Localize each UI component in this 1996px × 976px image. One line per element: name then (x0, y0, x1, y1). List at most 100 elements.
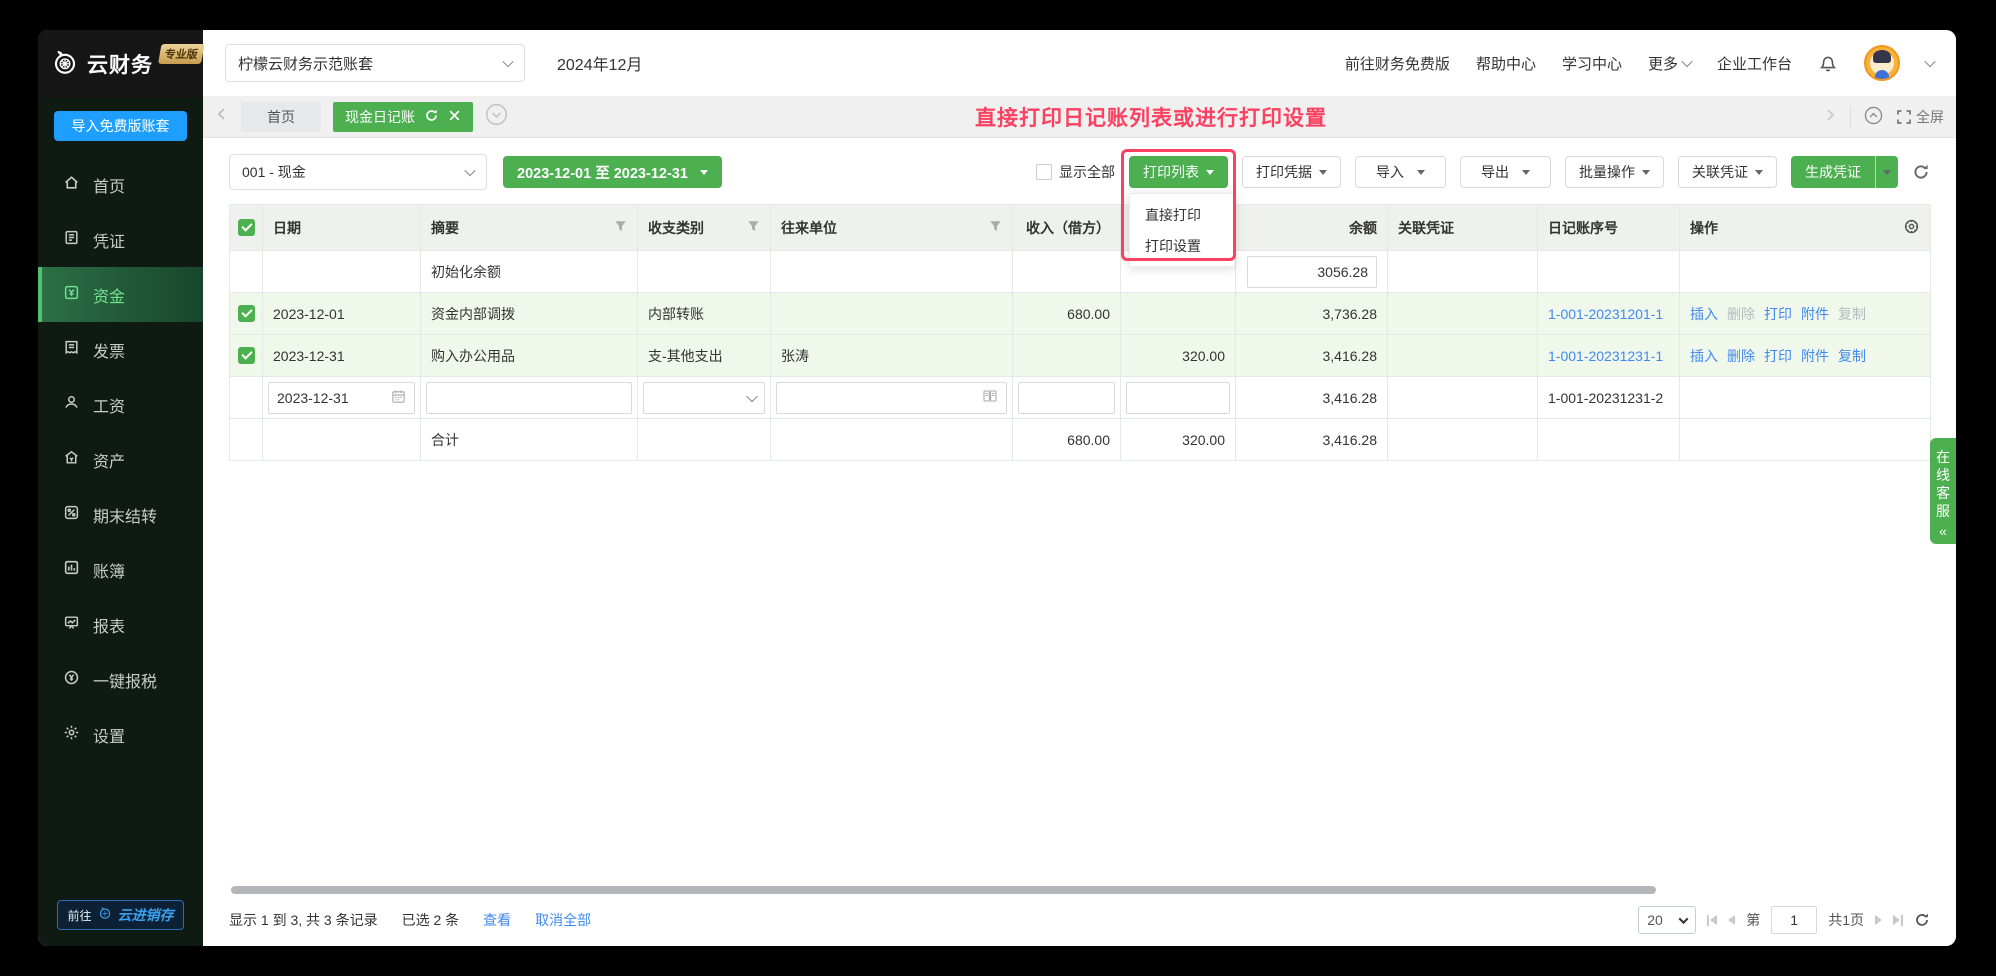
page-content: 001 - 现金 2023-12-01 至 2023-12-31 显示全部 打印… (203, 138, 1956, 946)
tab-strip: 首页 现金日记账 直接打印日记账列表或进行打印设置 全屏 (203, 96, 1956, 138)
entry-category-select[interactable] (643, 381, 765, 414)
generate-voucher-button[interactable]: 生成凭证 (1791, 156, 1875, 188)
entry-income-input[interactable] (1018, 381, 1115, 414)
last-page-button[interactable] (1893, 914, 1903, 926)
row-actions: 插入 删除 打印 附件 复制 (1679, 334, 1931, 377)
page-prefix-label: 第 (1746, 912, 1761, 928)
generate-voucher-caret[interactable] (1875, 156, 1898, 188)
sidebar-item-reports[interactable]: 报表 (38, 597, 203, 652)
sidebar-item-assets[interactable]: 资产 (38, 432, 203, 487)
refresh-icon[interactable] (1912, 163, 1930, 181)
fullscreen-button[interactable]: 全屏 (1896, 107, 1944, 127)
action-print[interactable]: 打印 (1764, 306, 1792, 322)
filter-funnel-icon[interactable] (989, 220, 1002, 236)
sidebar-item-settings[interactable]: 设置 (38, 707, 203, 762)
menu-item-print-settings[interactable]: 打印设置 (1130, 230, 1234, 261)
sidebar-item-funds[interactable]: 资金 (38, 267, 203, 322)
sidebar-item-ledger[interactable]: 账簿 (38, 542, 203, 597)
tabs-scroll-right-icon[interactable] (1823, 108, 1837, 125)
scrollbar-thumb[interactable] (231, 886, 1657, 894)
action-delete[interactable]: 删除 (1727, 348, 1755, 364)
tab-refresh-icon[interactable] (424, 108, 439, 126)
filter-funnel-icon[interactable] (747, 220, 760, 236)
brand-prefix: 前往 (67, 908, 92, 923)
journal-serial-link[interactable]: 1-001-20231201-1 (1548, 306, 1663, 322)
account-chevron-down-icon[interactable] (1924, 55, 1936, 68)
sidebar-item-invoice[interactable]: 发票 (38, 322, 203, 377)
entry-party-input[interactable] (776, 381, 1007, 414)
column-settings-gear-icon[interactable] (1903, 218, 1920, 238)
notification-bell-icon[interactable] (1818, 53, 1838, 73)
link-voucher-button[interactable]: 关联凭证 (1678, 156, 1777, 188)
pager-refresh-icon[interactable] (1914, 912, 1930, 928)
user-avatar[interactable] (1864, 45, 1900, 81)
account-set-select[interactable]: 柠檬云财务示范账套 (225, 44, 525, 82)
journal-table: 日期 摘要 收支类别 往来单位 收入（借方） 支出（贷方） 余额 关联凭证 日记… (229, 204, 1931, 461)
next-page-button[interactable] (1875, 915, 1882, 925)
tab-list-dropdown-icon[interactable] (485, 103, 508, 131)
export-button[interactable]: 导出 (1460, 156, 1551, 188)
tab-home[interactable]: 首页 (241, 101, 321, 132)
percent-icon (63, 504, 80, 526)
fullscreen-label: 全屏 (1916, 108, 1944, 125)
tab-cash-journal[interactable]: 现金日记账 (333, 101, 473, 132)
cancel-all-link[interactable]: 取消全部 (535, 910, 591, 930)
cash-account-select[interactable]: 001 - 现金 (229, 154, 487, 190)
init-balance-input[interactable]: 3056.28 (1247, 255, 1377, 288)
sidebar-item-tax[interactable]: 一键报税 (38, 652, 203, 707)
filter-funnel-icon[interactable] (614, 220, 627, 236)
help-center-link[interactable]: 帮助中心 (1476, 53, 1536, 74)
print-voucher-button[interactable]: 打印凭据 (1242, 156, 1341, 188)
action-attachment[interactable]: 附件 (1801, 348, 1829, 364)
batch-actions-button[interactable]: 批量操作 (1565, 156, 1664, 188)
table-row[interactable]: 2023-12-01 资金内部调拨 内部转账 680.00 3,736.28 1… (229, 292, 1931, 335)
first-page-button[interactable] (1707, 914, 1718, 926)
sidebar-item-label: 首页 (93, 178, 126, 196)
tabs-scroll-left-icon[interactable] (215, 107, 229, 126)
online-service-tab[interactable]: 在线客服 « (1930, 438, 1956, 544)
row-checkbox-checked[interactable] (237, 347, 255, 365)
prev-page-button[interactable] (1728, 915, 1736, 925)
row-checkbox-checked[interactable] (237, 305, 255, 323)
import-button[interactable]: 导入 (1355, 156, 1446, 188)
sidebar-item-home[interactable]: 首页 (38, 157, 203, 212)
import-free-account-button[interactable]: 导入免费版账套 (54, 111, 187, 141)
menu-item-direct-print[interactable]: 直接打印 (1130, 199, 1234, 230)
sidebar-item-salary[interactable]: 工资 (38, 377, 203, 432)
main-area: 柠檬云财务示范账套 2024年12月 前往财务免费版 帮助中心 学习中心 更多 … (203, 30, 1956, 946)
view-selected-link[interactable]: 查看 (483, 910, 511, 930)
print-list-button[interactable]: 打印列表 (1129, 156, 1228, 188)
horizontal-scrollbar (231, 886, 1928, 894)
date-range-button[interactable]: 2023-12-01 至 2023-12-31 (503, 156, 722, 188)
sidebar-item-label: 资产 (93, 453, 126, 471)
journal-serial-link[interactable]: 1-001-20231231-1 (1548, 348, 1663, 364)
entry-date-input[interactable]: 2023-12-31 (268, 381, 415, 414)
action-attachment[interactable]: 附件 (1801, 306, 1829, 322)
action-delete[interactable]: 删除 (1727, 306, 1755, 322)
collapse-up-circle-icon[interactable] (1864, 106, 1883, 128)
page-number-input[interactable] (1771, 906, 1818, 934)
enterprise-workspace-link[interactable]: 企业工作台 (1717, 53, 1792, 74)
tab-close-icon[interactable] (448, 109, 461, 125)
entry-expense-input[interactable] (1126, 381, 1230, 414)
action-print[interactable]: 打印 (1764, 348, 1792, 364)
more-menu[interactable]: 更多 (1648, 53, 1693, 74)
action-copy[interactable]: 复制 (1838, 306, 1866, 322)
show-all-checkbox[interactable]: 显示全部 (1036, 162, 1115, 182)
table-row[interactable]: 2023-12-31 购入办公用品 支-其他支出 张涛 320.00 3,416… (229, 334, 1931, 377)
learning-center-link[interactable]: 学习中心 (1562, 53, 1622, 74)
action-copy[interactable]: 复制 (1838, 348, 1866, 364)
invoice-icon (63, 339, 80, 361)
entry-summary-input[interactable] (426, 381, 632, 414)
page-size-select[interactable]: 20 (1638, 906, 1697, 934)
sidebar-item-voucher[interactable]: 凭证 (38, 212, 203, 267)
goto-free-version-link[interactable]: 前往财务免费版 (1345, 53, 1450, 74)
sidebar-item-period-end[interactable]: 期末结转 (38, 487, 203, 542)
action-insert[interactable]: 插入 (1690, 348, 1718, 364)
col-category: 收支类别 (637, 204, 771, 251)
app-window: 云财务 专业版 导入免费版账套 首页 凭证 资金 发票 工资 资产 期末结转 账… (38, 30, 1956, 946)
select-all-checkbox[interactable] (237, 219, 255, 237)
action-insert[interactable]: 插入 (1690, 306, 1718, 322)
goto-inventory-button[interactable]: 前往 云进销存 (57, 900, 184, 930)
calendar-icon (391, 389, 406, 407)
